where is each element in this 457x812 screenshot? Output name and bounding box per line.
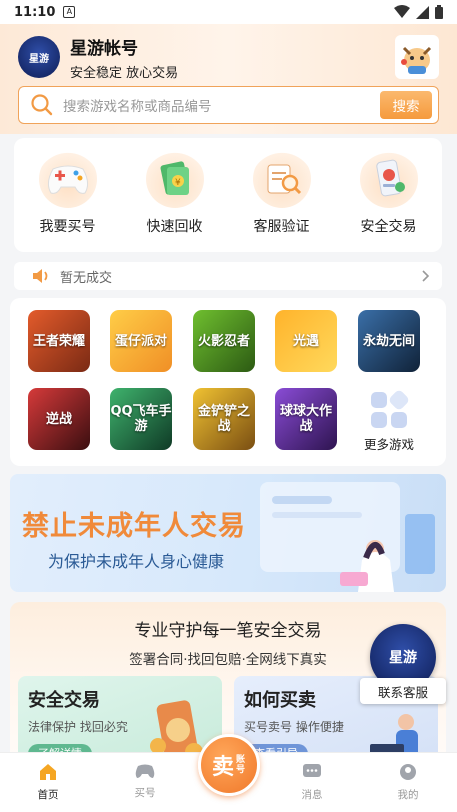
battery-icon (435, 5, 443, 19)
feature-buy-account[interactable]: 我要买号 (23, 150, 113, 236)
feature-safe-trade[interactable]: 安全交易 (344, 150, 434, 236)
game-tile-5[interactable]: 逆战 (28, 388, 90, 450)
deal-notice-text: 暂无成交 (60, 270, 113, 286)
app-name-block: 星游帐号 安全稳定 放心交易 (70, 34, 178, 81)
minor-protection-banner[interactable]: 禁止未成年人交易 为保护未成年人身心健康 (10, 474, 446, 592)
game-tile-label: 金铲铲之战 (197, 404, 250, 434)
how-to-trade-card-title: 如何买卖 (244, 690, 316, 711)
tab-home[interactable]: 首页 (18, 763, 78, 802)
feature-row: 我要买号 ¥ 快速回收 客服验证 安全交易 (14, 138, 442, 252)
home-icon (40, 764, 56, 780)
message-icon (303, 764, 321, 777)
tab-mine-label: 我的 (397, 789, 419, 801)
cell-signal-icon (416, 5, 429, 19)
banner-subtitle: 为保护未成年人身心健康 (48, 552, 225, 571)
game-tile-0[interactable]: 王者荣耀 (28, 310, 90, 372)
game-tile-label: 光遇 (292, 333, 319, 349)
tab-mine[interactable]: 我的 (378, 763, 438, 802)
game-tile-1[interactable]: 蛋仔派对 (110, 310, 172, 372)
deal-notice-bar[interactable]: 暂无成交 (14, 262, 442, 290)
search-bar[interactable]: 搜索游戏名称或商品编号 搜索 (18, 86, 439, 124)
feature-buy-account-label: 我要买号 (39, 219, 96, 235)
game-tile-label: 火影忍者 (197, 333, 250, 349)
mascot-icon (401, 46, 432, 74)
tab-buy[interactable]: 买号 (115, 763, 175, 800)
wifi-icon (394, 5, 410, 18)
game-tile-7[interactable]: 金铲铲之战 (193, 388, 255, 450)
chevron-right-icon (422, 270, 430, 282)
app-subtitle: 安全稳定 放心交易 (70, 65, 179, 81)
status-time: 11:10 (14, 4, 56, 20)
app-logo: 星游 (18, 36, 60, 78)
game-tile-2[interactable]: 火影忍者 (193, 310, 255, 372)
app-header: 星游 星游帐号 安全稳定 放心交易 (18, 34, 439, 81)
game-grid: 王者荣耀 蛋仔派对 火影忍者 光遇 永劫无间 逆战 QQ飞车手游 金铲铲之战 球… (10, 298, 446, 466)
search-button[interactable]: 搜索 (380, 91, 432, 119)
cash-icon: ¥ (145, 150, 204, 208)
tab-messages-label: 消息 (301, 789, 323, 801)
game-tile-label: 球球大作战 (279, 404, 332, 434)
game-tile-4[interactable]: 永劫无间 (358, 310, 420, 372)
verify-icon (252, 150, 311, 208)
banner-title: 禁止未成年人交易 (22, 511, 246, 542)
game-tile-label: QQ飞车手游 (110, 404, 172, 434)
tab-buy-label: 买号 (134, 787, 156, 799)
grid-icon (371, 390, 409, 428)
safe-trade-card-title: 安全交易 (28, 690, 100, 711)
how-to-trade-card-subtitle: 买号卖号 操作便捷 (244, 720, 344, 734)
feature-service-verify-label: 客服验证 (253, 219, 310, 235)
search-icon (31, 94, 53, 116)
customer-service-logo-text: 星游 (389, 650, 417, 666)
sell-account-button[interactable]: 卖账号 (198, 734, 260, 796)
customer-service-button[interactable]: 联系客服 (360, 678, 446, 704)
notification-icon: A (63, 6, 76, 18)
tab-messages[interactable]: 消息 (282, 763, 342, 802)
speaker-icon (33, 269, 48, 283)
profile-icon (400, 764, 416, 780)
search-input[interactable]: 搜索游戏名称或商品编号 (63, 95, 380, 115)
sell-main-label: 卖 (211, 755, 234, 780)
phone-shield-icon (359, 150, 418, 208)
more-games-button[interactable]: 更多游戏 (353, 390, 425, 453)
mascot-avatar[interactable] (395, 35, 439, 79)
feature-safe-trade-label: 安全交易 (360, 219, 417, 235)
sell-small-label: 账号 (236, 755, 246, 775)
gamepad-tab-icon (135, 764, 155, 778)
status-bar: 11:10 A (0, 0, 457, 24)
app-logo-text: 星游 (29, 53, 49, 65)
more-games-label: 更多游戏 (363, 437, 414, 452)
game-tile-label: 永劫无间 (362, 333, 415, 349)
game-tile-3[interactable]: 光遇 (275, 310, 337, 372)
game-tile-8[interactable]: 球球大作战 (275, 388, 337, 450)
game-tile-label: 蛋仔派对 (114, 333, 167, 349)
safe-trade-card-subtitle: 法律保护 找回必究 (28, 720, 128, 734)
game-tile-6[interactable]: QQ飞车手游 (110, 388, 172, 450)
game-tile-label: 王者荣耀 (32, 333, 85, 349)
gamepad-icon (38, 150, 97, 208)
game-tile-label: 逆战 (45, 411, 72, 427)
feature-service-verify[interactable]: 客服验证 (237, 150, 327, 236)
app-title: 星游帐号 (70, 38, 138, 59)
status-icons (394, 5, 443, 19)
feature-quick-recycle-label: 快速回收 (146, 219, 203, 235)
feature-quick-recycle[interactable]: ¥ 快速回收 (130, 150, 220, 236)
svg-text:¥: ¥ (175, 178, 181, 188)
tab-home-label: 首页 (37, 789, 59, 801)
